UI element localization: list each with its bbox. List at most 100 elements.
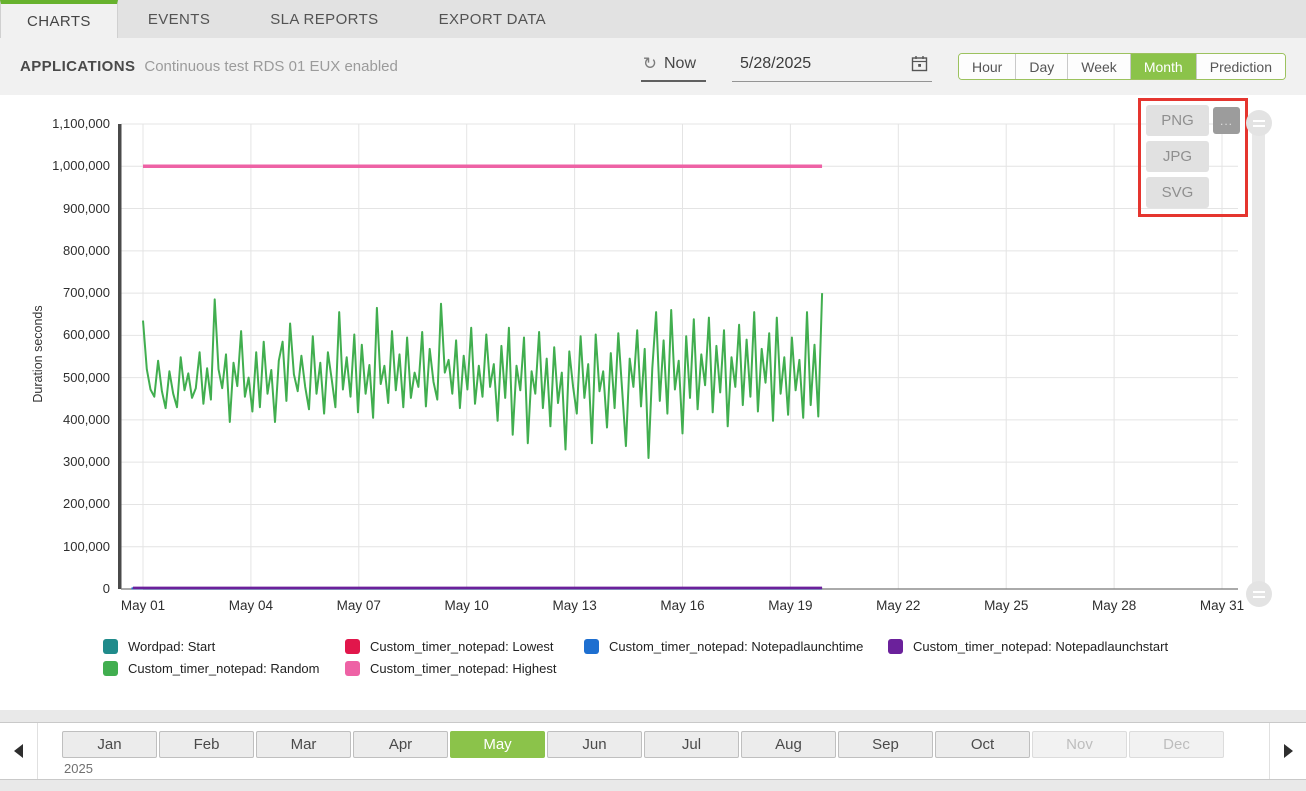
month-button-mar[interactable]: Mar (256, 731, 351, 758)
legend-label: Wordpad: Start (128, 639, 215, 654)
x-tick-label: May 25 (961, 598, 1051, 613)
legend-swatch (345, 639, 360, 654)
y-tick-label: 900,000 (18, 200, 110, 218)
header-controls: ↻ Now HourDayWeekMonthPrediction (641, 52, 1286, 82)
legend-swatch (888, 639, 903, 654)
tab-events-label: EVENTS (148, 11, 210, 28)
arrow-left-icon (14, 744, 23, 758)
month-timeline-bar: JanFebMarAprMayJunJulAugSepOctNovDec 202… (0, 722, 1306, 780)
y-tick-label: 300,000 (18, 453, 110, 471)
x-tick-label: May 16 (638, 598, 728, 613)
tab-sla-reports-label: SLA REPORTS (270, 11, 378, 28)
export-more-button[interactable]: ... (1213, 107, 1240, 134)
month-button-jan[interactable]: Jan (62, 731, 157, 758)
y-tick-label: 1,100,000 (18, 115, 110, 133)
y-tick-label: 1,000,000 (18, 157, 110, 175)
application-window: CHARTS EVENTS SLA REPORTS EXPORT DATA AP… (0, 0, 1306, 791)
month-button-oct[interactable]: Oct (935, 731, 1030, 758)
export-menu: PNG JPG SVG (1146, 105, 1209, 208)
legend-swatch (345, 661, 360, 676)
now-button-label: Now (664, 55, 696, 73)
month-buttons: JanFebMarAprMayJunJulAugSepOctNovDec (62, 731, 1224, 758)
arrow-right-icon (1284, 744, 1293, 758)
x-tick-label: May 10 (422, 598, 512, 613)
range-button-week[interactable]: Week (1067, 54, 1130, 79)
calendar-icon[interactable] (911, 55, 928, 72)
refresh-icon: ↻ (643, 55, 657, 72)
tab-export-data-label: EXPORT DATA (439, 11, 546, 28)
month-button-nov: Nov (1032, 731, 1127, 758)
tab-charts-label: CHARTS (27, 13, 91, 30)
y-tick-label: 100,000 (18, 538, 110, 556)
header-bar: APPLICATIONS Continuous test RDS 01 EUX … (0, 38, 1306, 95)
now-button[interactable]: ↻ Now (641, 52, 706, 82)
tab-sla-reports[interactable]: SLA REPORTS (240, 0, 408, 38)
month-button-aug[interactable]: Aug (741, 731, 836, 758)
legend-label: Custom_timer_notepad: Lowest (370, 639, 554, 654)
y-tick-label: 200,000 (18, 495, 110, 513)
x-tick-label: May 07 (314, 598, 404, 613)
y-tick-label: 700,000 (18, 284, 110, 302)
tab-charts[interactable]: CHARTS (0, 0, 118, 38)
tab-events[interactable]: EVENTS (118, 0, 240, 38)
legend-label: Custom_timer_notepad: Highest (370, 661, 556, 676)
vertical-zoom-slider-track[interactable] (1252, 123, 1265, 594)
legend-label: Custom_timer_notepad: Notepadlaunchstart (913, 639, 1168, 654)
legend-label: Custom_timer_notepad: Notepadlaunchtime (609, 639, 863, 654)
month-button-feb[interactable]: Feb (159, 731, 254, 758)
y-tick-label: 0 (18, 580, 110, 598)
month-button-dec: Dec (1129, 731, 1224, 758)
tab-bar: CHARTS EVENTS SLA REPORTS EXPORT DATA (0, 0, 1306, 38)
export-png-button[interactable]: PNG (1146, 105, 1209, 136)
range-button-hour[interactable]: Hour (959, 54, 1015, 79)
chart-svg (0, 95, 1306, 710)
y-tick-label: 500,000 (18, 369, 110, 387)
y-axis-line (118, 124, 122, 589)
y-axis-title: Duration seconds (31, 289, 45, 419)
x-tick-label: May 28 (1069, 598, 1159, 613)
y-tick-label: 800,000 (18, 242, 110, 260)
legend-swatch (103, 661, 118, 676)
range-button-group: HourDayWeekMonthPrediction (958, 53, 1286, 80)
page-subtitle: Continuous test RDS 01 EUX enabled (144, 58, 397, 75)
legend-item-wordpad-start[interactable]: Wordpad: Start (103, 639, 215, 654)
legend-item-custom-timer-notepad-highest[interactable]: Custom_timer_notepad: Highest (345, 661, 556, 676)
month-button-sep[interactable]: Sep (838, 731, 933, 758)
legend-item-custom-timer-notepad-notepadlaunchtime[interactable]: Custom_timer_notepad: Notepadlaunchtime (584, 639, 863, 654)
range-button-prediction[interactable]: Prediction (1196, 54, 1285, 79)
legend-swatch (103, 639, 118, 654)
month-button-jun[interactable]: Jun (547, 731, 642, 758)
y-tick-label: 600,000 (18, 326, 110, 344)
month-button-apr[interactable]: Apr (353, 731, 448, 758)
date-input[interactable] (740, 55, 900, 73)
chart-panel: Duration seconds 0 100,000 200,000 300,000 4… (0, 95, 1306, 710)
x-tick-label: May 01 (98, 598, 188, 613)
legend-swatch (584, 639, 599, 654)
x-tick-label: May 04 (206, 598, 296, 613)
y-tick-label: 400,000 (18, 411, 110, 429)
grip-icon (1253, 591, 1265, 598)
prev-year-button[interactable] (0, 723, 38, 779)
legend-label: Custom_timer_notepad: Random (128, 661, 320, 676)
grip-icon (1253, 120, 1265, 127)
vertical-zoom-slider-handle-bottom[interactable] (1246, 581, 1272, 607)
next-year-button[interactable] (1269, 723, 1306, 779)
month-button-jul[interactable]: Jul (644, 731, 739, 758)
export-jpg-button[interactable]: JPG (1146, 141, 1209, 172)
series-custom-timer-notepad-random (143, 293, 822, 458)
vertical-zoom-slider-handle-top[interactable] (1246, 110, 1272, 136)
tab-export-data[interactable]: EXPORT DATA (409, 0, 576, 38)
legend-item-custom-timer-notepad-lowest[interactable]: Custom_timer_notepad: Lowest (345, 639, 554, 654)
x-tick-label: May 22 (853, 598, 943, 613)
range-button-day[interactable]: Day (1015, 54, 1067, 79)
legend-item-custom-timer-notepad-notepadlaunchstart[interactable]: Custom_timer_notepad: Notepadlaunchstart (888, 639, 1168, 654)
export-svg-button[interactable]: SVG (1146, 177, 1209, 208)
x-tick-label: May 19 (745, 598, 835, 613)
page-title: APPLICATIONS (20, 58, 135, 75)
year-label: 2025 (64, 761, 93, 776)
date-field (732, 52, 932, 82)
legend-item-custom-timer-notepad-random[interactable]: Custom_timer_notepad: Random (103, 661, 320, 676)
month-button-may[interactable]: May (450, 731, 545, 758)
x-tick-label: May 13 (530, 598, 620, 613)
range-button-month[interactable]: Month (1130, 54, 1196, 79)
